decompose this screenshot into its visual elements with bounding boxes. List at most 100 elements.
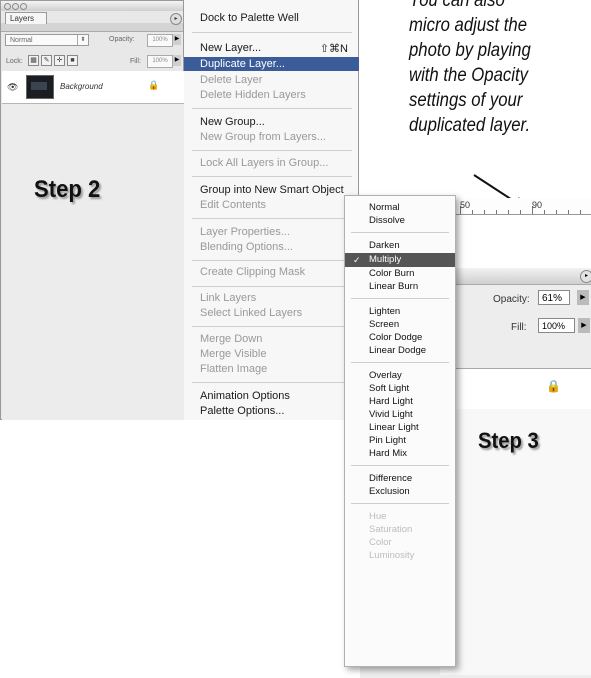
ruler-tick [544,210,545,214]
menu-separator [192,218,352,219]
opacity-slider-arrow-icon[interactable]: ▶ [173,34,181,45]
menu-item-select-linked-layers[interactable]: Select Linked Layers [200,307,302,319]
menu-separator [192,150,352,151]
lock-label: Lock: [6,58,23,65]
blend-option-lighten[interactable]: Lighten [369,306,400,317]
annotation-line: settings of your [409,90,523,111]
blend-option-darken[interactable]: Darken [369,240,400,251]
ruler-label: 90 [532,200,543,210]
ruler-tick [472,210,473,214]
opacity-input[interactable]: 61% [538,290,570,305]
blend-option-saturation[interactable]: Saturation [369,524,412,535]
fill-label: Fill: [511,322,527,333]
menu-item-palette-options[interactable]: Palette Options... [200,405,284,417]
blend-option-vivid-light[interactable]: Vivid Light [369,409,413,420]
blend-option-overlay[interactable]: Overlay [369,370,402,381]
menu-item-lock-all-layers[interactable]: Lock All Layers in Group... [200,157,328,169]
blend-option-luminosity[interactable]: Luminosity [369,550,414,561]
menu-item-merge-down[interactable]: Merge Down [200,333,262,345]
blend-option-hue[interactable]: Hue [369,511,386,522]
menu-separator [351,362,449,363]
menu-item-layer-properties[interactable]: Layer Properties... [200,226,290,238]
menu-separator [351,503,449,504]
menu-item-group-into-smart-object[interactable]: Group into New Smart Object [200,184,344,196]
menu-separator [192,382,352,383]
blend-option-pin-light[interactable]: Pin Light [369,435,406,446]
opacity-slider-arrow-icon[interactable]: ▶ [577,290,589,305]
ruler-tick [520,210,521,214]
blend-option-label: Multiply [369,254,402,265]
menu-separator [192,108,352,109]
menu-item-label: New Layer... [200,42,262,54]
panel-menu-icon[interactable]: ▸ [170,13,182,25]
menu-item-edit-contents[interactable]: Edit Contents [200,199,266,211]
menu-separator [192,260,352,261]
zoom-dot-icon[interactable] [20,3,27,10]
menu-separator [351,298,449,299]
blend-option-color-dodge[interactable]: Color Dodge [369,332,422,343]
ruler-tick [508,210,509,214]
minimize-dot-icon[interactable] [12,3,19,10]
blend-option-hard-mix[interactable]: Hard Mix [369,448,407,459]
blend-option-color[interactable]: Color [369,537,392,548]
blend-option-linear-burn[interactable]: Linear Burn [369,281,418,292]
menu-item-new-group[interactable]: New Group... [200,116,265,128]
annotation-line: with the Opacity [409,65,528,86]
blend-option-linear-dodge[interactable]: Linear Dodge [369,345,426,356]
fill-input[interactable]: 100% [147,55,173,68]
tab-layers[interactable]: Layers [5,12,47,24]
fill-slider-arrow-icon[interactable]: ▶ [173,55,181,66]
blend-option-multiply[interactable]: ✓ Multiply [345,253,455,267]
annotation-line: photo by playing [409,40,531,61]
opacity-input[interactable]: 100% [147,34,173,47]
blend-option-screen[interactable]: Screen [369,319,399,330]
menu-item-merge-visible[interactable]: Merge Visible [200,348,266,360]
menu-item-create-clipping-mask[interactable]: Create Clipping Mask [200,266,305,278]
menu-item-blending-options[interactable]: Blending Options... [200,241,293,253]
ruler-tick [556,210,557,214]
blend-option-normal[interactable]: Normal [369,202,400,213]
menu-separator [351,232,449,233]
ruler-label: 50 [460,200,471,210]
blend-option-difference[interactable]: Difference [369,473,412,484]
ruler-tick [580,210,581,214]
lock-image-icon[interactable]: ✎ [41,55,52,66]
menu-item-link-layers[interactable]: Link Layers [200,292,256,304]
menu-item-new-group-from-layers[interactable]: New Group from Layers... [200,131,326,143]
lock-all-icon[interactable]: ■ [67,55,78,66]
menu-item-delete-hidden-layers[interactable]: Delete Hidden Layers [200,89,306,101]
fill-slider-arrow-icon[interactable]: ▶ [578,318,590,333]
layer-row-background[interactable]: 👁 Background 🔒 [2,71,184,104]
menu-item-dock-to-palette-well[interactable]: Dock to Palette Well [200,12,299,24]
menu-item-delete-layer[interactable]: Delete Layer [200,74,262,86]
blend-mode-select[interactable]: Normal ⬍ [5,34,89,46]
menu-separator [351,465,449,466]
blend-option-dissolve[interactable]: Dissolve [369,215,405,226]
layer-row[interactable] [440,368,591,410]
palette-titlebar[interactable] [440,268,591,285]
panel-menu-icon[interactable]: ▸ [580,270,591,283]
blend-option-linear-light[interactable]: Linear Light [369,422,419,433]
eye-icon[interactable]: 👁 [7,82,18,93]
menu-item-new-layer[interactable]: New Layer... [200,42,261,54]
select-arrows-icon: ⬍ [77,35,88,45]
blend-option-hard-light[interactable]: Hard Light [369,396,413,407]
blend-option-color-burn[interactable]: Color Burn [369,268,414,279]
menu-item-flatten-image[interactable]: Flatten Image [200,363,267,375]
blend-option-soft-light[interactable]: Soft Light [369,383,409,394]
close-dot-icon[interactable] [4,3,11,10]
layer-thumbnail [26,75,54,99]
annotation-line: micro adjust the [409,15,528,36]
ruler-tick [568,210,569,214]
menu-item-animation-options[interactable]: Animation Options [200,390,290,402]
fill-input[interactable]: 100% [538,318,575,333]
menu-separator [192,32,352,33]
layers-palette-menu: Dock to Palette Well New Layer... ⇧⌘N Du… [184,0,359,420]
blend-option-exclusion[interactable]: Exclusion [369,486,410,497]
lock-position-icon[interactable]: ✛ [54,55,65,66]
palette-titlebar[interactable] [1,1,183,11]
lock-transparency-icon[interactable]: ▦ [28,55,39,66]
ruler-tick [484,210,485,214]
layer-lock-icon: 🔒 [546,379,561,393]
menu-item-duplicate-layer[interactable]: Duplicate Layer... [184,57,359,71]
